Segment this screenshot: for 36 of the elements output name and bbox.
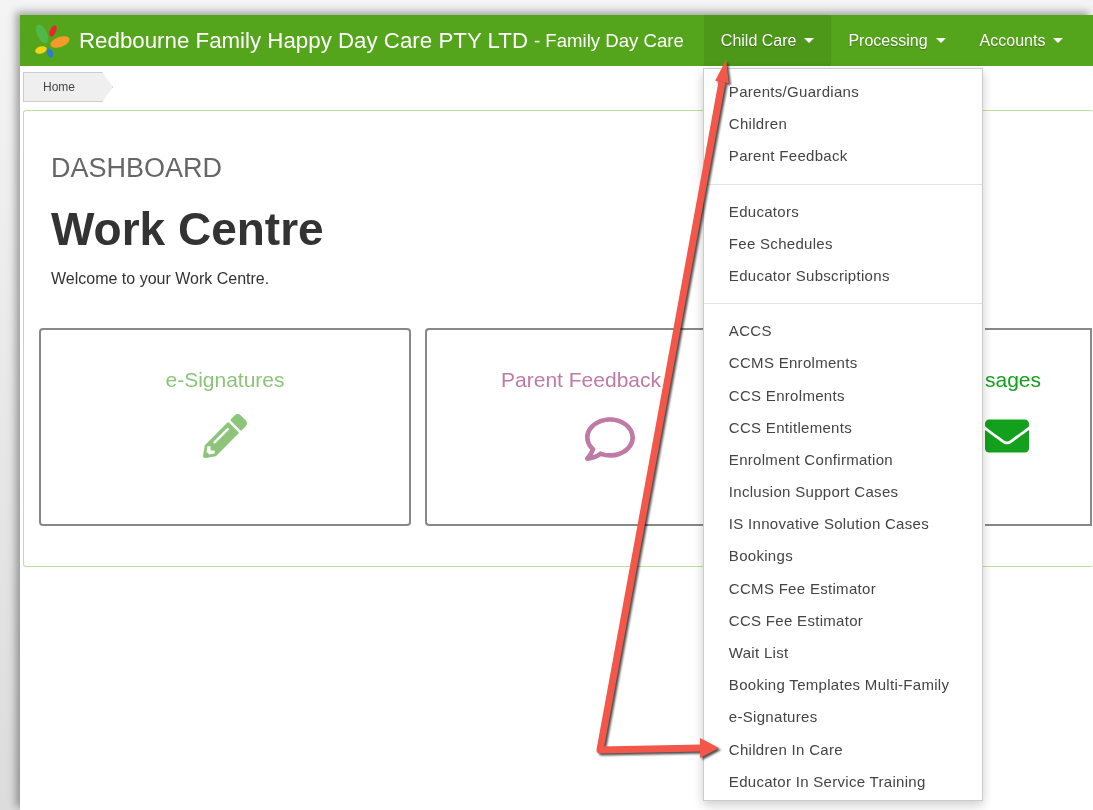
tile-title: Parent Feedback — [501, 368, 661, 392]
welcome-text: Welcome to your Work Centre. — [51, 270, 270, 288]
menu-item[interactable]: Fee Schedules — [728, 227, 833, 260]
brand-subtitle: - Family Day Care — [534, 29, 684, 52]
section-heading: DASHBOARD — [51, 153, 223, 184]
menu-item[interactable]: CCS Entitlements — [728, 411, 852, 444]
caret-icon — [1053, 38, 1064, 43]
menu-item[interactable]: Educator Subscriptions — [728, 259, 890, 293]
caret-icon — [935, 38, 946, 43]
menu-item[interactable]: Enrolment Confirmation — [728, 443, 893, 477]
menu-item[interactable]: CCMS Fee Estimator — [728, 572, 876, 605]
menu-item[interactable]: Inclusion Support Cases — [728, 476, 899, 509]
pencil-icon — [203, 414, 247, 458]
menu-item[interactable]: CCS Enrolments — [728, 379, 845, 412]
dashboard-tile[interactable]: sages — [985, 328, 1092, 526]
nav-menu[interactable]: Child Care — [703, 15, 832, 66]
tile-title: e-Signatures — [165, 368, 285, 392]
menu-item[interactable]: Parents/Guardians — [728, 76, 859, 109]
tile-title: sages — [985, 368, 1042, 392]
menu-item[interactable]: ACCS — [728, 315, 772, 348]
menu-item[interactable]: Booking Templates Multi-Family — [728, 669, 950, 702]
caret-icon — [804, 38, 815, 43]
menu-item[interactable]: Children In Care — [728, 733, 843, 766]
menu-item[interactable]: Educator In Service Training — [728, 765, 926, 798]
menu-item[interactable]: CCS Fee Estimator — [728, 604, 864, 637]
page-title: Work Centre — [51, 202, 324, 256]
menu-item[interactable]: Wait List — [728, 637, 789, 670]
menu-item[interactable]: e-Signatures — [728, 701, 818, 734]
menu-item[interactable]: Children — [728, 108, 788, 141]
menu-item[interactable]: CCMS Enrolments — [728, 347, 858, 380]
menu-item[interactable]: IS Innovative Solution Cases — [728, 508, 929, 541]
comment-icon — [585, 414, 635, 464]
breadcrumb-item[interactable]: Home — [23, 72, 113, 102]
menu-item[interactable]: Bookings — [728, 540, 793, 573]
menu-item[interactable]: Parent Feedback — [728, 140, 848, 173]
menu-item[interactable]: Educators — [728, 195, 800, 228]
